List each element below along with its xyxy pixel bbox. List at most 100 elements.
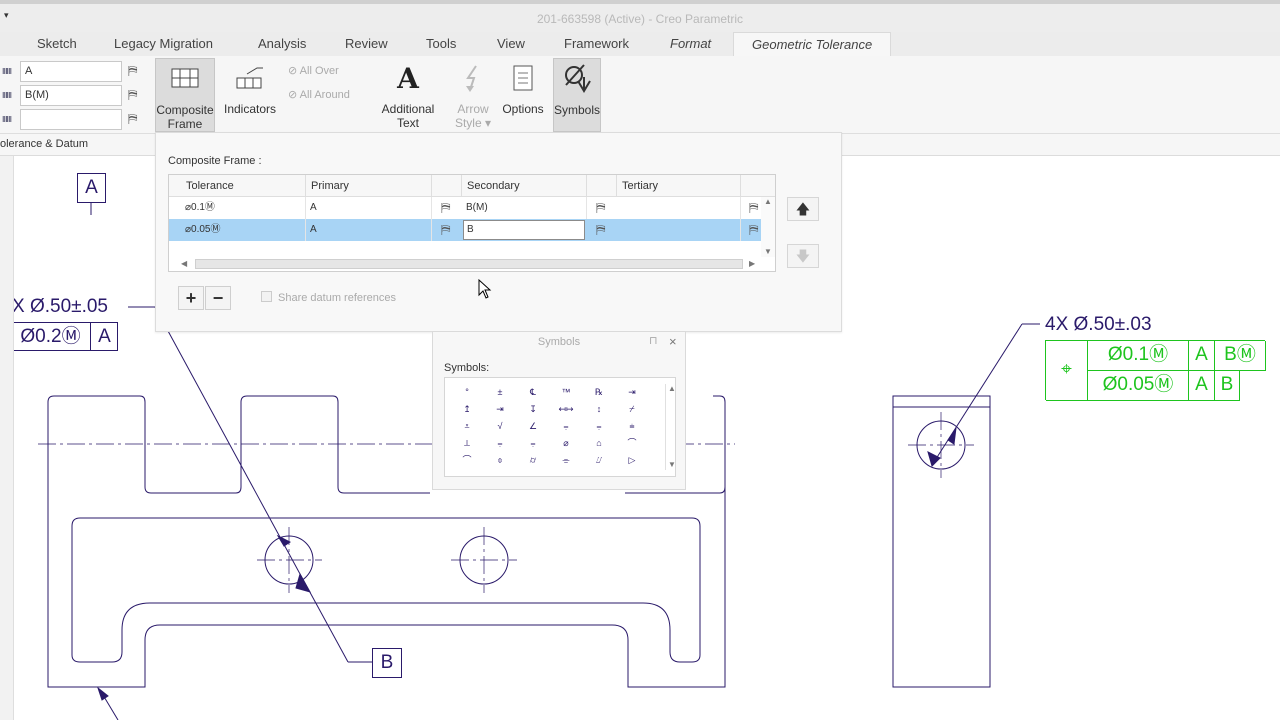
scroll-right-icon[interactable]: ▶	[749, 259, 755, 268]
indicators-button[interactable]: Indicators	[222, 58, 278, 132]
left-feature-control-frame[interactable]: Ø0.2Ⓜ A	[10, 322, 118, 351]
symbol-item[interactable]: ℄	[521, 384, 545, 400]
left-hole-dimension[interactable]: X Ø.50±.05	[12, 296, 108, 318]
symbols-scrollbar[interactable]: ▲ ▼	[665, 384, 677, 470]
datum-pick-icon[interactable]: ⛿	[596, 222, 605, 238]
tab-sketch[interactable]: Sketch	[37, 32, 77, 56]
symbol-item[interactable]: ⟂	[455, 435, 479, 451]
tab-format[interactable]: Format	[670, 32, 711, 56]
symbol-item[interactable]: ℞	[587, 384, 611, 400]
datum-pick-icon[interactable]: ⛿	[128, 87, 137, 103]
symbol-item[interactable]: ↕	[587, 401, 611, 417]
datum-pick-icon[interactable]: ⛿	[441, 200, 450, 216]
tertiary-datum-field[interactable]	[20, 109, 122, 130]
symbol-item[interactable]: ⌰	[587, 452, 611, 468]
scroll-left-icon[interactable]: ◀	[181, 259, 187, 268]
all-over-option[interactable]: ⊘ All Over	[288, 64, 339, 77]
symbol-item[interactable]: ⩡	[455, 418, 479, 434]
right-hole-dimension[interactable]: 4X Ø.50±.03	[1045, 314, 1152, 336]
datum-pick-icon[interactable]: ⛿	[128, 111, 137, 127]
move-down-button[interactable]: 🡇	[787, 244, 819, 268]
scroll-down-icon[interactable]: ▼	[764, 247, 772, 256]
table-row-selected[interactable]: ⌀0.05Ⓜ A ⛿ B ⛿ ⛿	[169, 219, 761, 241]
table-row[interactable]: ⌀0.1Ⓜ A ⛿ B(M) ⛿ ⛿	[169, 197, 761, 219]
symbol-item[interactable]: ⇥	[620, 384, 644, 400]
symbol-item[interactable]: ⌭	[521, 452, 545, 468]
share-datum-checkbox[interactable]	[261, 291, 272, 302]
scroll-up-icon[interactable]: ▲	[764, 197, 772, 206]
datum-pick-icon[interactable]: ⛿	[128, 63, 137, 79]
all-around-option[interactable]: ⊘ All Around	[288, 88, 350, 101]
tab-review[interactable]: Review	[345, 32, 388, 56]
left-panel-edge[interactable]	[0, 156, 14, 720]
symbol-item[interactable]: ⌽	[488, 452, 512, 468]
row2-tertiary[interactable]	[617, 219, 741, 241]
row2-secondary-input[interactable]: B	[463, 220, 585, 240]
symbol-item[interactable]: ▷	[620, 452, 644, 468]
symbol-item[interactable]: ⌂	[587, 435, 611, 451]
symbol-item[interactable]: ⩦	[587, 418, 611, 434]
row2-tolerance[interactable]: ⌀0.05Ⓜ	[181, 219, 306, 241]
datum-pick-icon[interactable]: ⛿	[441, 222, 450, 238]
symbol-item[interactable]: ∠	[521, 418, 545, 434]
composite-fcf-preview[interactable]: ⌖ Ø0.1Ⓜ A BⓂ Ø0.05Ⓜ A B	[1045, 340, 1266, 401]
row1-tolerance[interactable]: ⌀0.1Ⓜ	[181, 197, 306, 219]
symbol-item[interactable]: ↧	[521, 401, 545, 417]
datum-pick-icon[interactable]: ⛿	[596, 200, 605, 216]
composite-frame-button[interactable]: Composite Frame	[155, 58, 215, 132]
datum-pick-icon[interactable]: ⛿	[749, 222, 758, 238]
column-primary[interactable]: Primary	[306, 175, 432, 197]
symbol-item[interactable]: ⩦	[488, 435, 512, 451]
symbol-item[interactable]: ±	[488, 384, 512, 400]
row1-tertiary[interactable]	[617, 197, 741, 219]
secondary-datum-field[interactable]: B(M)	[20, 85, 122, 106]
scroll-up-icon[interactable]: ▲	[668, 384, 676, 393]
arrow-style-button[interactable]: Arrow Style ▾	[450, 58, 496, 132]
symbol-item[interactable]: ⌒	[455, 452, 479, 468]
symbol-item[interactable]: ⇥	[488, 401, 512, 417]
column-tolerance[interactable]: Tolerance	[181, 175, 306, 197]
table-horizontal-scrollbar[interactable]: ◀ ▶	[179, 257, 761, 271]
table-vertical-scrollbar[interactable]: ▲ ▼	[761, 197, 775, 257]
tab-view[interactable]: View	[497, 32, 525, 56]
options-button[interactable]: Options	[500, 58, 546, 132]
primary-datum-field[interactable]: A	[20, 61, 122, 82]
remove-row-button[interactable]: −	[205, 286, 231, 310]
symbol-item[interactable]: √	[488, 418, 512, 434]
symbol-item[interactable]: ™	[554, 384, 578, 400]
datum-a-label: A	[85, 177, 98, 198]
scroll-down-icon[interactable]: ▼	[668, 460, 676, 469]
symbols-button[interactable]: Symbols	[553, 58, 601, 132]
datum-pick-icon[interactable]: ⛿	[749, 200, 758, 216]
column-tertiary[interactable]: Tertiary	[617, 175, 741, 197]
datum-a-feature[interactable]: A	[77, 173, 106, 203]
tab-legacy-migration[interactable]: Legacy Migration	[114, 32, 213, 56]
tab-analysis[interactable]: Analysis	[258, 32, 306, 56]
symbol-item[interactable]: ↥	[455, 401, 479, 417]
datum-b-feature[interactable]: B	[372, 648, 402, 678]
tab-framework[interactable]: Framework	[564, 32, 629, 56]
symbol-item[interactable]: ⌀	[554, 435, 578, 451]
symbol-item[interactable]: ⩦	[554, 418, 578, 434]
datum-ref-icon: ⅢⅢ	[2, 115, 12, 124]
symbol-item[interactable]: ⩦	[521, 435, 545, 451]
add-row-button[interactable]: +	[178, 286, 204, 310]
move-up-button[interactable]: 🡅	[787, 197, 819, 221]
close-icon[interactable]: ×	[669, 334, 677, 349]
row1-secondary[interactable]: B(M)	[462, 197, 587, 219]
symbol-item[interactable]: ⌒	[620, 435, 644, 451]
horizontal-scroll-thumb[interactable]	[195, 259, 743, 269]
symbol-item[interactable]: ⌯	[554, 452, 578, 468]
symbol-item[interactable]: °	[455, 384, 479, 400]
tab-tools[interactable]: Tools	[426, 32, 456, 56]
symbol-item[interactable]: ⩧	[620, 418, 644, 434]
row1-primary[interactable]: A	[306, 197, 432, 219]
share-datum-references[interactable]: Share datum references	[261, 291, 396, 304]
additional-text-button[interactable]: A Additional Text	[378, 58, 438, 132]
tab-geometric-tolerance[interactable]: Geometric Tolerance	[733, 32, 892, 56]
pin-icon[interactable]: ⊓	[649, 334, 658, 347]
symbol-item[interactable]: ↤↦	[554, 401, 578, 417]
row2-primary[interactable]: A	[306, 219, 432, 241]
symbol-item[interactable]: ⌿	[620, 401, 644, 417]
column-secondary[interactable]: Secondary	[462, 175, 587, 197]
